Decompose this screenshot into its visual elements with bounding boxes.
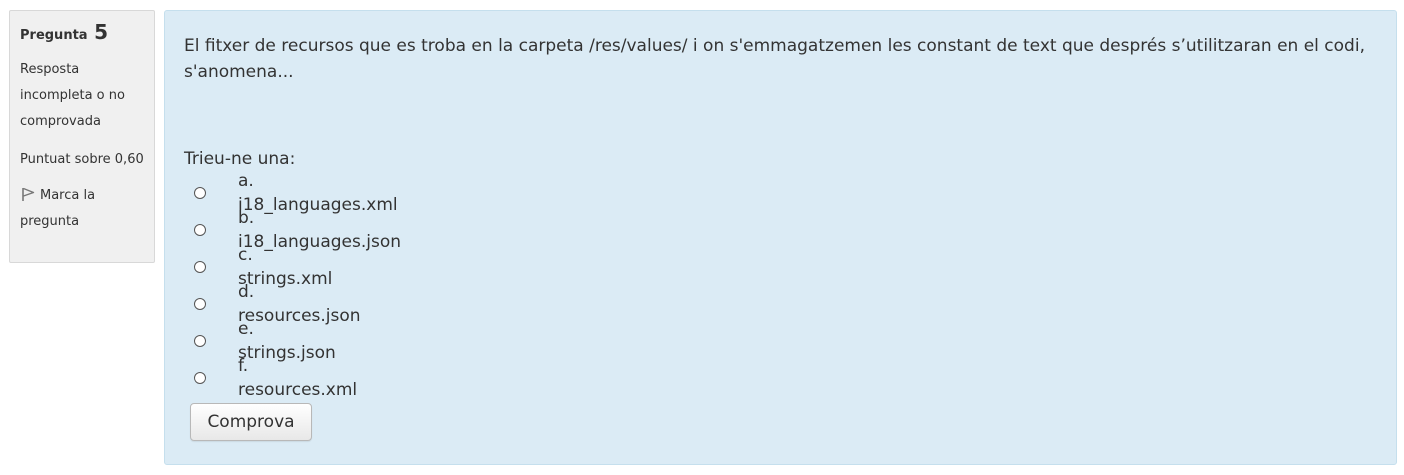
answer-option[interactable]: d. resources.json — [184, 282, 361, 326]
question-text: El fitxer de recursos que es troba en la… — [184, 36, 1365, 82]
answer-option[interactable]: c. strings.xml — [184, 245, 332, 289]
answer-option[interactable]: a. i18_languages.xml — [184, 171, 398, 215]
answer-label[interactable]: f. resources.xml — [238, 354, 357, 402]
answer-list: a. i18_languages.xml b. i18_languages.js… — [184, 171, 401, 400]
check-button[interactable]: Comprova — [190, 403, 312, 441]
answer-prompt: Trieu-ne una: — [184, 149, 296, 169]
question-heading: Pregunta 5 — [20, 19, 144, 49]
answer-option[interactable]: f. resources.xml — [184, 356, 357, 400]
radio-button[interactable] — [194, 186, 206, 199]
radio-button[interactable] — [194, 260, 206, 273]
question-info-panel: Pregunta 5 Resposta incompleta o no comp… — [9, 10, 155, 263]
answer-option[interactable]: b. i18_languages.json — [184, 208, 401, 252]
question-state: Resposta incompleta o no comprovada — [20, 62, 125, 129]
question-word: Pregunta — [20, 28, 88, 43]
radio-button[interactable] — [194, 223, 206, 236]
flag-question-link[interactable]: Marca la pregunta — [20, 183, 144, 235]
radio-button[interactable] — [194, 371, 206, 384]
question-content: El fitxer de recursos que es troba en la… — [164, 10, 1397, 465]
answer-option[interactable]: e. strings.json — [184, 319, 336, 363]
radio-button[interactable] — [194, 334, 206, 347]
question-number: 5 — [94, 20, 109, 44]
question-grade: Puntuat sobre 0,60 — [20, 152, 144, 167]
radio-button[interactable] — [194, 297, 206, 310]
flag-icon — [20, 186, 36, 202]
